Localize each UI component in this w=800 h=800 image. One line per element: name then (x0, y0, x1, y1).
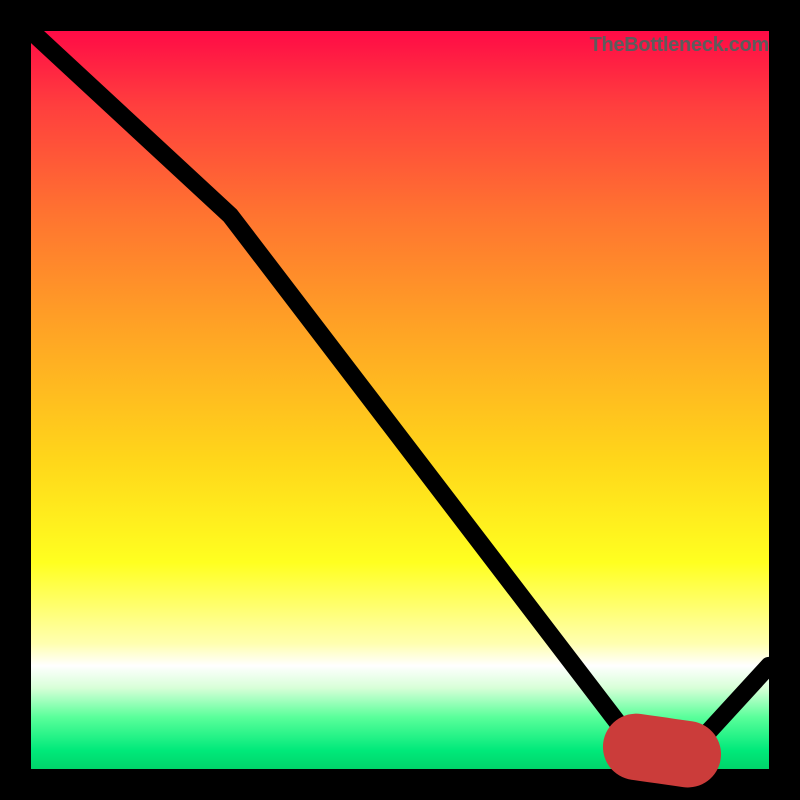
chart-frame: TheBottleneck.com (0, 0, 800, 800)
curve-layer (31, 31, 769, 769)
optimal-region-marker (636, 747, 688, 754)
bottleneck-curve (31, 31, 769, 754)
plot-area: TheBottleneck.com (31, 31, 769, 769)
